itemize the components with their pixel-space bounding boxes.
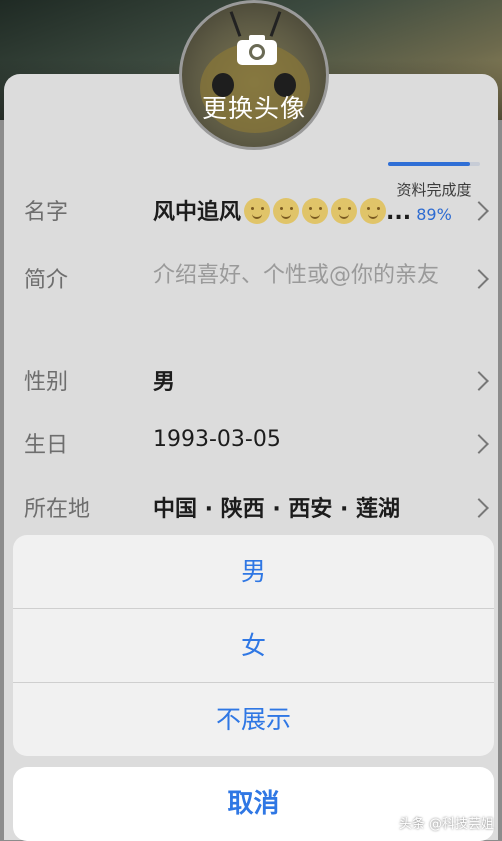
field-row-name[interactable]: 名字 风中追风...	[4, 192, 498, 232]
field-label-gender: 性别	[24, 370, 69, 395]
field-label-location: 所在地	[24, 497, 91, 522]
chevron-right-icon	[469, 434, 489, 454]
camera-icon	[237, 35, 277, 65]
option-female-button[interactable]: 女	[13, 609, 494, 683]
completion-progress-bar	[388, 162, 480, 166]
field-row-bio[interactable]: 简介 介绍喜好、个性或@你的亲友	[4, 260, 498, 330]
chevron-right-icon	[469, 498, 489, 518]
field-value-birthday: 1993-03-05	[153, 427, 281, 452]
smiley-emoji-icon	[360, 198, 387, 224]
chevron-right-icon	[469, 201, 489, 221]
field-row-birthday[interactable]: 生日 1993-03-05	[4, 425, 498, 465]
smiley-emoji-icon	[331, 198, 358, 224]
option-hidden-button[interactable]: 不展示	[13, 683, 494, 756]
option-male-button[interactable]: 男	[13, 535, 494, 609]
smiley-emoji-icon	[244, 198, 271, 224]
smiley-emoji-icon	[273, 198, 300, 224]
avatar[interactable]: 更换头像	[179, 0, 329, 150]
smiley-emoji-icon	[302, 198, 329, 224]
field-value-name: 风中追风...	[153, 198, 412, 225]
watermark: 头条 @科技芸姐	[398, 817, 494, 832]
field-row-location[interactable]: 所在地 中国 · 陕西 · 西安 · 莲湖	[4, 489, 498, 529]
field-value-gender: 男	[153, 370, 176, 395]
field-label-birthday: 生日	[24, 433, 69, 458]
field-row-gender[interactable]: 性别 男	[4, 362, 498, 402]
field-label-name: 名字	[24, 200, 69, 225]
field-label-bio: 简介	[24, 268, 69, 293]
chevron-right-icon	[469, 371, 489, 391]
field-bio-placeholder: 介绍喜好、个性或@你的亲友	[153, 263, 440, 288]
change-avatar-label: 更换头像	[201, 94, 306, 123]
field-value-location: 中国 · 陕西 · 西安 · 莲湖	[153, 497, 401, 522]
chevron-right-icon	[469, 269, 489, 289]
gender-action-sheet: 男 女 不展示	[13, 535, 494, 756]
completion-progress-fill	[388, 162, 470, 166]
